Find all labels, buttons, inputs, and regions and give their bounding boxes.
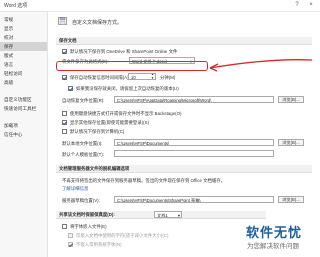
keep-last-checkbox[interactable] <box>68 86 73 91</box>
embed-only-used-label: 仅嵌入文档中使用的字符(适于减小文件大小)(C) <box>76 233 169 238</box>
more-locations-label: 显示其他保存位置(即使可能需要登录)(S) <box>70 120 150 125</box>
backstage-checkbox[interactable] <box>62 111 67 116</box>
section-save-documents: 保存文档 <box>56 37 312 45</box>
no-common-fonts-label: 不嵌入常用系统字体(N) <box>76 242 122 247</box>
template-location-input[interactable] <box>114 150 274 157</box>
watermark-subtitle: 为您解决软件问题 <box>247 243 299 250</box>
autosave-label: 保存自动恢复信息时间间隔(A) <box>70 75 129 80</box>
embed-fonts-label: 将字体嵌入文件(E) <box>70 224 107 229</box>
annotation-arrow-icon <box>209 59 313 72</box>
default-computer-checkbox[interactable] <box>62 129 67 134</box>
annotation-highlight-box <box>56 61 208 71</box>
save-icon <box>58 17 67 25</box>
recover-location-input[interactable]: C:\Users\HFSP\AppData\Roaming\Microsoft\… <box>114 96 274 103</box>
sidebar-item-display[interactable]: 显示 <box>0 24 47 33</box>
autosave-minutes-input[interactable]: 10 ▲ ▼ <box>128 73 156 80</box>
autosave-minutes-value: 10 <box>131 75 136 80</box>
onedrive-label: 默认情况下保存到 OneDrive 和 SharePoint Online 文件 <box>70 49 178 54</box>
server-drafts-input[interactable]: C:\Users\HFSP\Documents\SharePoint 草稿\ <box>114 196 274 203</box>
offline-description: 不再支持将签出的文件保存到服务器草稿。签出的文件现在保存到 Office 文档缓… <box>62 178 226 183</box>
no-common-fonts-checkbox[interactable] <box>68 242 73 247</box>
embed-only-used-checkbox[interactable] <box>68 233 73 238</box>
autosave-checkbox[interactable] <box>62 75 67 80</box>
browse-recover-button[interactable]: 浏览(B)... <box>278 96 304 103</box>
server-drafts-label: 服务器草稿位置(V): <box>62 198 100 203</box>
sidebar-item-accessibility[interactable]: 轻松访问 <box>0 69 47 78</box>
sidebar-item-addins[interactable]: 加载项 <box>0 121 47 130</box>
fidelity-doc-value: 文档1 <box>157 213 168 218</box>
sidebar-item-proofing[interactable]: 校对 <box>0 33 47 42</box>
section-offline-editing: 文档管理服务器文件的脱机编辑选项 <box>56 165 312 173</box>
fidelity-label: 共享该文档时保留保真度(D): <box>59 212 115 217</box>
title-bar: Word 选项 ? × <box>0 0 320 12</box>
help-button[interactable]: ? <box>293 1 301 9</box>
embed-fonts-checkbox[interactable] <box>62 224 67 229</box>
fidelity-doc-select[interactable]: 文档1 ▾ <box>154 211 182 218</box>
sidebar-item-save[interactable]: 保存 <box>0 42 47 51</box>
sidebar-item-language[interactable]: 语言 <box>0 60 47 69</box>
options-main: 自定义文档保存方式。 保存文档 默认情况下保存到 OneDrive 和 Shar… <box>48 12 320 257</box>
browse-default-local-button[interactable]: 浏览(B)... <box>278 139 304 146</box>
sidebar-item-general[interactable]: 常规 <box>0 15 47 24</box>
sidebar-item-layout[interactable]: 版式 <box>0 51 47 60</box>
close-button[interactable]: × <box>307 1 315 9</box>
backstage-label: 使用键盘快捷方式打开或保存文件时不显示 Backstage(O) <box>70 111 182 116</box>
browse-server-drafts-button[interactable]: 浏览(B)... <box>278 196 304 203</box>
chevron-down-icon: ▾ <box>177 213 180 218</box>
default-local-input[interactable]: C:\Users\HFSP\Documents\ <box>114 139 274 146</box>
more-locations-checkbox[interactable] <box>62 120 67 125</box>
default-local-label: 默认本地文件位置(I): <box>62 141 103 146</box>
autosave-unit: 分钟(M) <box>160 75 176 80</box>
sidebar-item-customize-ribbon[interactable]: 自定义功能区 <box>0 95 47 104</box>
watermark-title: 软件无忧 <box>246 225 303 240</box>
sidebar-item-advanced[interactable]: 高级 <box>0 78 47 87</box>
sidebar-item-quick-access-toolbar[interactable]: 快速访问工具栏 <box>0 104 47 113</box>
options-sidebar: 常规 显示 校对 保存 版式 语言 轻松访问 高级 自定义功能区 快速访问工具栏… <box>0 12 48 257</box>
onedrive-checkbox[interactable] <box>62 49 67 54</box>
learn-more-link[interactable]: 了解详细信息 <box>62 186 88 192</box>
spin-down-icon[interactable]: ▼ <box>151 77 154 80</box>
template-location-label: 默认个人模板位置(T): <box>62 152 104 157</box>
window-title: Word 选项 <box>4 3 28 9</box>
default-computer-label: 默认情况下保存到计算机(C) <box>70 129 125 134</box>
keep-last-label: 如果我没保存就关闭，请保留上次自动恢复的版本(U) <box>76 86 179 91</box>
sidebar-item-trust-center[interactable]: 信任中心 <box>0 130 47 139</box>
recover-location-label: 自动恢复文件位置(R): <box>62 98 105 103</box>
page-title: 自定义文档保存方式。 <box>72 20 123 26</box>
